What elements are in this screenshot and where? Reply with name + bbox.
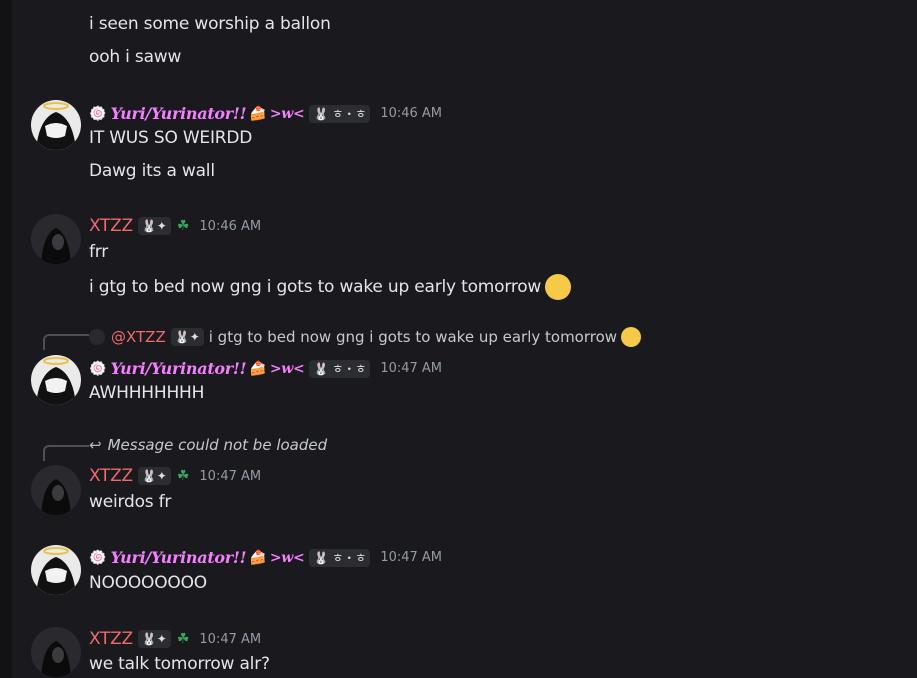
clover-icon: ☘ bbox=[176, 631, 190, 647]
timestamp[interactable]: 10:46 AM bbox=[380, 106, 442, 121]
pleading-face-emoji bbox=[621, 327, 642, 347]
cake-icon: 🍰 bbox=[249, 549, 267, 566]
username[interactable]: XTZZ bbox=[89, 466, 133, 486]
yuri-avatar[interactable] bbox=[31, 355, 81, 405]
message-text: frr bbox=[89, 242, 109, 262]
reply-text: Message could not be loaded bbox=[107, 436, 328, 454]
message-text: weirdos fr bbox=[89, 492, 172, 512]
sparkle-icon: ✦ bbox=[156, 469, 167, 483]
tag-face: >w< bbox=[269, 105, 305, 122]
cake-icon: 🍰 bbox=[249, 360, 267, 377]
reply-preview[interactable]: @XTZZ 🐰 ✦ i gtg to bed now gng i gots to … bbox=[89, 327, 642, 347]
reply-text: i gtg to bed now gng i gots to wake up e… bbox=[208, 328, 618, 346]
message-header: 🍥 Yuri/Yurinator!! 🍰 >w< 🐰 ㅎ・ㅎ 10:46 AM bbox=[89, 104, 442, 123]
left-edge-bar bbox=[0, 0, 12, 678]
xtzz-avatar[interactable] bbox=[31, 627, 81, 677]
guild-tag[interactable]: 🐰 ㅎ・ㅎ bbox=[309, 359, 371, 378]
yuri-avatar[interactable] bbox=[31, 545, 81, 595]
cake-icon: 🍰 bbox=[249, 105, 267, 122]
sparkle-icon: ✦ bbox=[189, 330, 200, 344]
message-header: 🍥 Yuri/Yurinator!! 🍰 >w< 🐰 ㅎ・ㅎ 10:47 AM bbox=[89, 359, 442, 378]
reply-mention[interactable]: @XTZZ bbox=[111, 328, 166, 346]
username[interactable]: Yuri/Yurinator!! bbox=[110, 104, 246, 123]
message-text: we talk tomorrow alr? bbox=[89, 654, 270, 674]
xtzz-avatar[interactable] bbox=[31, 465, 81, 515]
message-text: Dawg its a wall bbox=[89, 161, 215, 181]
sparkle-icon: ✦ bbox=[156, 632, 167, 646]
bunny-icon: 🐰 bbox=[141, 219, 157, 233]
message-text: IT WUS SO WEIRDD bbox=[89, 128, 253, 148]
message-header: XTZZ 🐰 ✦ ☘ 10:47 AM bbox=[89, 629, 261, 649]
yuri-avatar[interactable] bbox=[31, 100, 81, 150]
pleading-face-emoji[interactable] bbox=[545, 274, 572, 300]
timestamp[interactable]: 10:47 AM bbox=[380, 550, 442, 565]
username[interactable]: XTZZ bbox=[89, 629, 133, 649]
tag-face: >w< bbox=[269, 360, 305, 377]
clover-icon: ☘ bbox=[176, 218, 190, 234]
message-header: 🍥 Yuri/Yurinator!! 🍰 >w< 🐰 ㅎ・ㅎ 10:47 AM bbox=[89, 548, 442, 567]
tag-text: ㅎ・ㅎ bbox=[332, 107, 367, 121]
xtzz-avatar[interactable] bbox=[31, 214, 81, 264]
guild-tag[interactable]: 🐰 ✦ bbox=[137, 217, 171, 235]
swirl-candy-icon: 🍥 bbox=[89, 549, 107, 566]
reply-connector bbox=[43, 445, 89, 461]
clover-icon: ☘ bbox=[176, 468, 190, 484]
timestamp[interactable]: 10:46 AM bbox=[199, 219, 261, 234]
timestamp[interactable]: 10:47 AM bbox=[380, 361, 442, 376]
guild-tag[interactable]: 🐰 ㅎ・ㅎ bbox=[309, 548, 371, 567]
bunny-icon: 🐰 bbox=[313, 361, 329, 376]
username[interactable]: Yuri/Yurinator!! bbox=[110, 359, 246, 378]
bunny-icon: 🐰 bbox=[174, 330, 190, 344]
message-text: i gtg to bed now gng i gots to wake up e… bbox=[89, 274, 572, 300]
bunny-icon: 🐰 bbox=[313, 550, 329, 565]
message-text: ooh i saww bbox=[89, 47, 182, 67]
message-header: XTZZ 🐰 ✦ ☘ 10:46 AM bbox=[89, 216, 261, 236]
reply-preview[interactable]: ↩ Message could not be loaded bbox=[89, 436, 327, 454]
swirl-candy-icon: 🍥 bbox=[89, 105, 107, 122]
username[interactable]: Yuri/Yurinator!! bbox=[110, 548, 246, 567]
bunny-icon: 🐰 bbox=[141, 632, 157, 646]
timestamp[interactable]: 10:47 AM bbox=[199, 632, 261, 647]
xtzz-mini-avatar bbox=[89, 329, 105, 345]
guild-tag[interactable]: 🐰 ✦ bbox=[137, 630, 171, 648]
reply-connector bbox=[43, 334, 89, 350]
tag-face: >w< bbox=[269, 549, 305, 566]
reply-arrow-icon: ↩ bbox=[89, 436, 102, 454]
message-text: AWHHHHHHH bbox=[89, 383, 205, 403]
username[interactable]: XTZZ bbox=[89, 216, 133, 236]
bunny-icon: 🐰 bbox=[313, 106, 329, 121]
message-header: XTZZ 🐰 ✦ ☘ 10:47 AM bbox=[89, 466, 261, 486]
message-text-content: i gtg to bed now gng i gots to wake up e… bbox=[89, 277, 542, 297]
tag-text: ㅎ・ㅎ bbox=[332, 362, 367, 376]
guild-tag[interactable]: 🐰 ✦ bbox=[137, 467, 171, 485]
tag-text: ㅎ・ㅎ bbox=[332, 551, 367, 565]
message-text: i seen some worship a ballon bbox=[89, 14, 331, 34]
guild-tag[interactable]: 🐰 ㅎ・ㅎ bbox=[309, 104, 371, 123]
message-text: NOOOOOOOO bbox=[89, 573, 207, 593]
bunny-icon: 🐰 bbox=[141, 469, 157, 483]
guild-tag: 🐰 ✦ bbox=[170, 328, 204, 346]
swirl-candy-icon: 🍥 bbox=[89, 360, 107, 377]
sparkle-icon: ✦ bbox=[156, 219, 167, 233]
timestamp[interactable]: 10:47 AM bbox=[199, 469, 261, 484]
